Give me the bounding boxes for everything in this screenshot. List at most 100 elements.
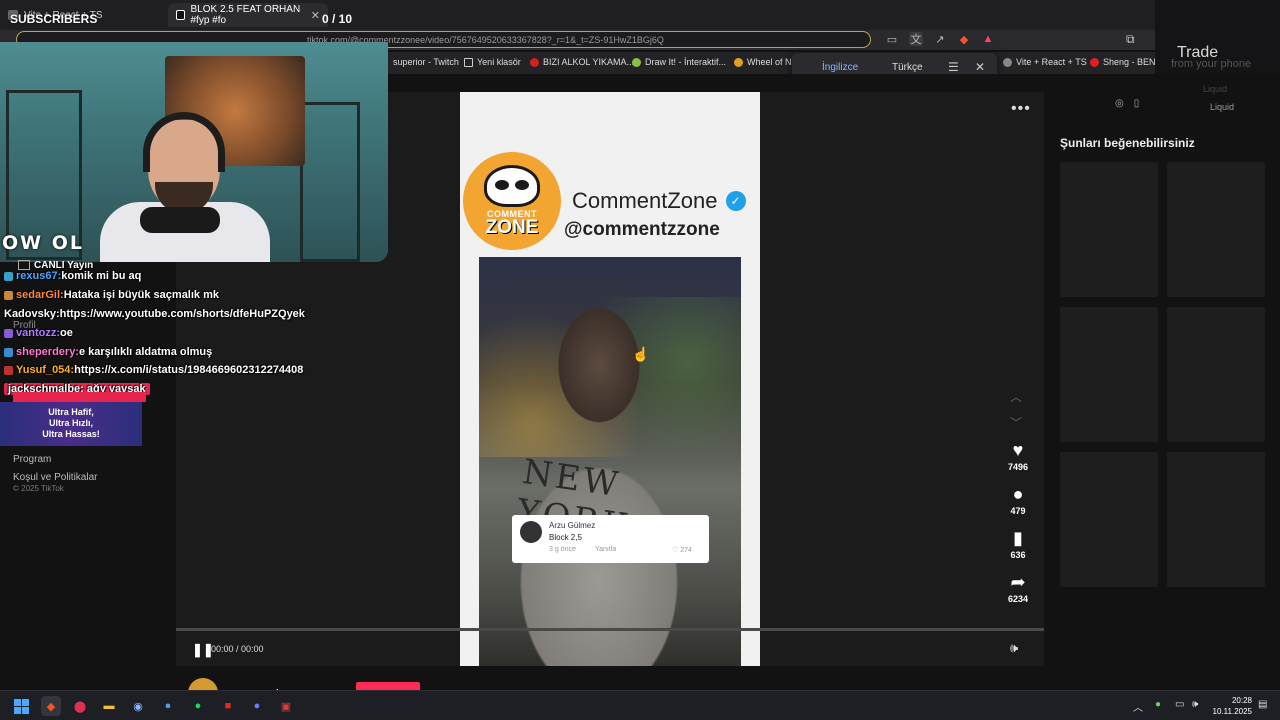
tab-tiktok[interactable]: BLOK 2.5 FEAT ORHAN #fyp #fo ✕ <box>168 3 328 27</box>
microphone-icon[interactable]: ● <box>1155 699 1161 710</box>
folder-icon[interactable]: ▬ <box>99 696 119 716</box>
chat-user: rexus67: <box>16 270 62 282</box>
rewards-icon[interactable]: ▲ <box>981 32 995 46</box>
network-icon[interactable]: ▭ <box>1175 699 1184 710</box>
panda-icon <box>484 165 540 207</box>
like-button[interactable]: ♥ 7496 <box>998 440 1038 472</box>
video-player[interactable]: COMMENT ZONE CommentZone ✓ @commentzzone… <box>460 92 760 666</box>
brave-shields-icon[interactable]: ◆ <box>957 32 971 46</box>
heart-icon: ♡ <box>672 547 679 554</box>
youtube-icon <box>1090 57 1099 67</box>
target-language-tab[interactable]: Türkçe <box>892 62 923 73</box>
share-button[interactable]: ➦ 6234 <box>998 572 1038 604</box>
sidebar-item-program[interactable]: Program <box>13 454 51 465</box>
volume-icon[interactable]: 🕪 <box>1192 699 1198 710</box>
app-icon[interactable]: ● <box>158 696 178 716</box>
close-tab-icon[interactable]: ✕ <box>311 9 320 22</box>
chat-badge-icon <box>4 365 13 375</box>
volume-icon[interactable]: 🕪 <box>1010 640 1018 656</box>
suggested-video[interactable] <box>1167 452 1265 587</box>
liquid-label: Liquid <box>1210 102 1235 112</box>
app-icon[interactable]: ▣ <box>276 696 296 716</box>
bookmark-item[interactable]: Sheng - BENZ <box>1090 57 1161 67</box>
source-language-tab[interactable]: İngilizce <box>815 62 865 81</box>
menu-icon[interactable]: ☰ <box>948 60 959 74</box>
previous-video-icon[interactable]: ︿ <box>1010 388 1022 405</box>
chevron-up-icon[interactable]: ︿ <box>1133 699 1143 714</box>
maps-icon[interactable]: ⬤ <box>70 696 90 716</box>
video-brand-name: CommentZone ✓ <box>572 188 746 214</box>
comment-count: 479 <box>1010 506 1026 516</box>
video-time: 00:00 / 00:00 <box>211 644 264 654</box>
bookmark-label: Draw It! - İnteraktif... <box>645 57 727 67</box>
save-count: 636 <box>1010 550 1026 560</box>
close-icon[interactable]: ✕ <box>975 60 985 74</box>
youtube-icon <box>530 57 539 67</box>
comment-button[interactable]: ● 479 <box>998 484 1038 516</box>
hand-cursor-icon: ☝ <box>632 346 650 362</box>
brand-name-text: CommentZone <box>572 188 718 213</box>
globe-icon <box>1003 57 1012 67</box>
ad-banner[interactable]: Trade from your phone <box>1155 0 1280 82</box>
chat-badge-icon <box>4 347 13 357</box>
quoted-comment: Arzu Gülmez Block 2,5 3 g önce Yanıtla ♡… <box>512 515 709 563</box>
notification-icon[interactable]: ▤ <box>1258 699 1267 710</box>
draw-icon <box>632 57 641 67</box>
live-icon <box>18 260 30 271</box>
extensions-icon[interactable]: ⧉ <box>1126 32 1135 47</box>
chat-badge-icon <box>4 328 13 338</box>
more-options-icon[interactable]: ••• <box>1011 100 1031 118</box>
suggestions-title: Şunları beğenebilirsiniz <box>1060 136 1195 150</box>
address-bar-actions: ▭ 文 ↗ ◆ ▲ <box>885 32 995 46</box>
chat-user: Kadovsky: <box>4 308 60 320</box>
bookmark-icon: ▮ <box>1013 528 1023 548</box>
translate-icon[interactable]: 文 <box>909 32 923 46</box>
app-icon[interactable]: ■ <box>218 696 238 716</box>
share-count: 6234 <box>1007 594 1029 604</box>
suggested-video[interactable] <box>1167 162 1265 297</box>
comment-likes-count: 274 <box>680 547 692 554</box>
cast-icon[interactable]: ▭ <box>885 32 899 46</box>
sidebar-item-terms[interactable]: Koşul ve Politikalar <box>13 472 97 483</box>
chat-user: sheperdery: <box>16 346 79 358</box>
brave-icon[interactable]: ◆ <box>41 696 61 716</box>
steam-icon[interactable]: ◉ <box>128 696 148 716</box>
wheel-icon <box>734 57 743 67</box>
browser-tab-bar: Vite + React + TS BLOK 2.5 FEAT ORHAN #f… <box>0 0 1280 30</box>
bookmark-item[interactable]: Wheel of Na <box>734 57 797 67</box>
bookmark-item[interactable]: BIZI ALKOL YIKAMA... <box>530 57 634 67</box>
share-arrow-icon: ➦ <box>1010 572 1026 592</box>
chat-text: e karşılıklı aldatma olmuş <box>78 346 213 358</box>
top-right-icons: ◎ ▯ <box>1115 98 1139 109</box>
chat-badge-icon <box>4 271 13 281</box>
discord-icon[interactable]: ● <box>247 696 267 716</box>
chat-text: oe <box>60 327 73 339</box>
device-icon[interactable]: ▯ <box>1134 98 1140 109</box>
bookmark-item[interactable]: Draw It! - İnteraktif... <box>632 57 726 67</box>
suggested-video[interactable] <box>1060 452 1158 587</box>
taskbar-clock[interactable]: 20:28 10.11.2025 <box>1208 695 1252 717</box>
video-progress-bar[interactable] <box>176 628 1044 631</box>
chat-text: komik mi bu aq <box>61 270 142 282</box>
bookmark-label: BIZI ALKOL YIKAMA... <box>543 57 635 67</box>
follow-button[interactable] <box>356 682 420 690</box>
chat-user: vantozz: <box>16 327 60 339</box>
suggested-video[interactable] <box>1060 307 1158 442</box>
windows-start-icon[interactable] <box>11 696 31 716</box>
windows-taskbar: ◆ ⬤ ▬ ◉ ● ● ■ ● ▣ ︿ ● ▭ 🕪 20:28 10.11.20… <box>0 690 1280 720</box>
bookmark-item[interactable]: superior - Twitch <box>393 57 459 67</box>
suggested-video[interactable] <box>1060 162 1158 297</box>
save-button[interactable]: ▮ 636 <box>998 528 1038 560</box>
folder-icon <box>464 57 473 67</box>
avatar <box>520 521 542 543</box>
compass-icon[interactable]: ◎ <box>1115 98 1124 109</box>
promo-line: Ultra Hassas! <box>42 429 100 439</box>
bookmark-label: Sheng - BENZ <box>1103 57 1162 67</box>
next-video-icon[interactable]: ﹀ <box>1010 414 1022 431</box>
like-count: 7496 <box>1007 462 1029 472</box>
spotify-icon[interactable]: ● <box>188 696 208 716</box>
bookmark-item[interactable]: Vite + React + TS <box>1003 57 1087 67</box>
bookmark-item[interactable]: Yeni klasör <box>464 57 521 67</box>
share-icon[interactable]: ↗ <box>933 32 947 46</box>
suggested-video[interactable] <box>1167 307 1265 442</box>
